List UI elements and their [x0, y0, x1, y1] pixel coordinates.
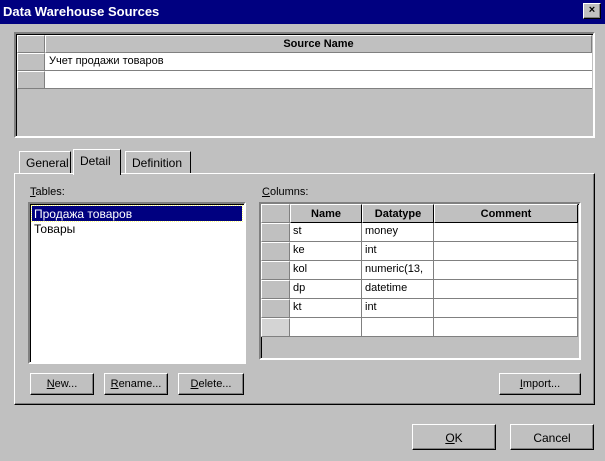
column-datatype-cell[interactable]: int: [362, 299, 434, 318]
import-button[interactable]: Import...: [499, 373, 581, 395]
table-row[interactable]: st money: [261, 223, 581, 242]
column-datatype-cell[interactable]: datetime: [362, 280, 434, 299]
column-name-cell[interactable]: st: [290, 223, 362, 242]
row-selector[interactable]: [17, 53, 45, 71]
table-row[interactable]: kt int: [261, 299, 581, 318]
column-comment-cell[interactable]: [434, 242, 578, 261]
new-button[interactable]: New...: [30, 373, 94, 395]
window-title: Data Warehouse Sources: [3, 4, 160, 19]
source-grid: Source Name Учет продажи товаров: [14, 32, 595, 138]
column-name-cell[interactable]: kol: [290, 261, 362, 280]
table-row[interactable]: ke int: [261, 242, 581, 261]
source-name-cell[interactable]: [45, 71, 592, 89]
columns-grid[interactable]: Name Datatype Comment st money ke int ko…: [259, 202, 581, 360]
table-row[interactable]: dp datetime: [261, 280, 581, 299]
column-comment-cell[interactable]: [434, 280, 578, 299]
columns-label: Columns:: [262, 186, 309, 198]
columns-header-row: Name Datatype Comment: [261, 204, 581, 223]
column-datatype-cell[interactable]: [362, 318, 434, 337]
column-header-name[interactable]: Name: [290, 204, 362, 223]
column-datatype-cell[interactable]: money: [362, 223, 434, 242]
ok-button[interactable]: OK: [412, 424, 496, 450]
row-selector[interactable]: [261, 299, 290, 318]
column-name-cell[interactable]: [290, 318, 362, 337]
column-datatype-cell[interactable]: int: [362, 242, 434, 261]
column-header-datatype[interactable]: Datatype: [362, 204, 434, 223]
table-row[interactable]: [261, 318, 581, 337]
column-comment-cell[interactable]: [434, 299, 578, 318]
tab-definition[interactable]: Definition: [125, 151, 191, 173]
tab-detail[interactable]: Detail: [73, 149, 121, 175]
row-selector[interactable]: [261, 223, 290, 242]
grid-corner: [17, 35, 45, 53]
rename-button[interactable]: Rename...: [104, 373, 168, 395]
source-name-cell[interactable]: Учет продажи товаров: [45, 53, 592, 71]
list-item[interactable]: Товары: [32, 221, 242, 236]
column-comment-cell[interactable]: [434, 261, 578, 280]
source-row[interactable]: Учет продажи товаров: [17, 53, 592, 71]
column-name-cell[interactable]: dp: [290, 280, 362, 299]
source-name-header[interactable]: Source Name: [45, 35, 592, 53]
column-comment-cell[interactable]: [434, 223, 578, 242]
column-name-cell[interactable]: ke: [290, 242, 362, 261]
row-selector[interactable]: [261, 261, 290, 280]
column-name-cell[interactable]: kt: [290, 299, 362, 318]
table-row[interactable]: kol numeric(13,: [261, 261, 581, 280]
row-selector[interactable]: [261, 280, 290, 299]
list-item[interactable]: Продажа товаров: [31, 205, 243, 222]
source-grid-header-row: Source Name: [17, 35, 592, 53]
column-header-comment[interactable]: Comment: [434, 204, 578, 223]
row-selector[interactable]: [261, 318, 290, 337]
tables-list[interactable]: Продажа товаров Товары: [28, 202, 246, 364]
delete-button[interactable]: Delete...: [178, 373, 244, 395]
row-selector[interactable]: [261, 242, 290, 261]
column-datatype-cell[interactable]: numeric(13,: [362, 261, 434, 280]
tables-label: Tables:: [30, 186, 65, 198]
tab-general[interactable]: General: [19, 151, 71, 173]
grid-corner: [261, 204, 290, 223]
title-bar: Data Warehouse Sources ×: [0, 0, 605, 24]
close-icon[interactable]: ×: [583, 3, 601, 19]
column-comment-cell[interactable]: [434, 318, 578, 337]
cancel-button[interactable]: Cancel: [510, 424, 594, 450]
source-row[interactable]: [17, 71, 592, 89]
row-selector[interactable]: [17, 71, 45, 89]
